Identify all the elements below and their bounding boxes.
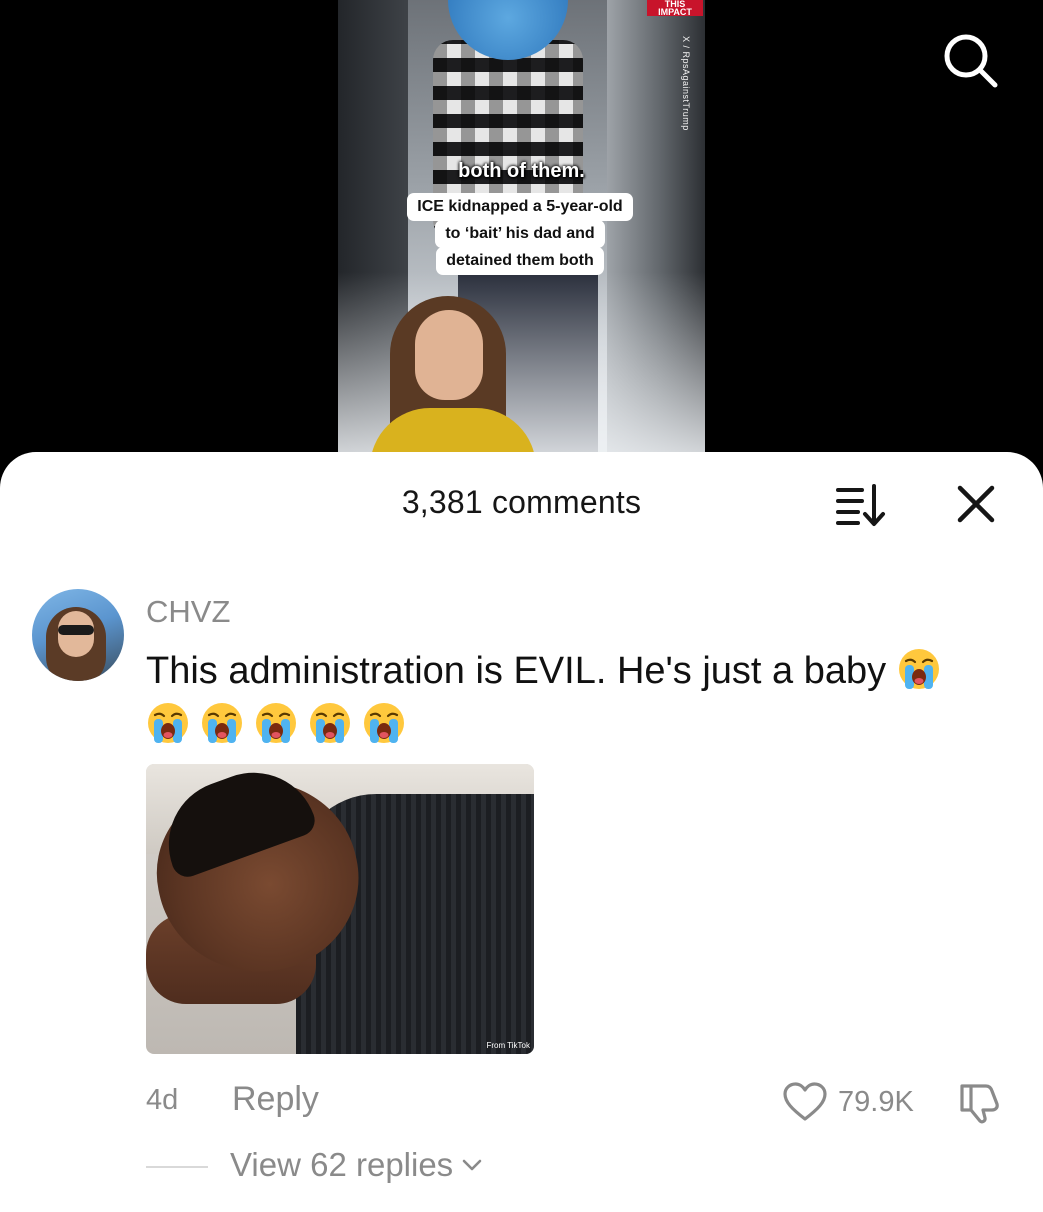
heart-icon <box>783 1082 827 1121</box>
comments-sheet: 3,381 comments CHVZ This administration … <box>0 452 1043 1212</box>
comment-body: This administration is EVIL. He's just a… <box>146 650 887 692</box>
video-caption-line: ICE kidnapped a 5-year-old <box>407 193 633 221</box>
replies-divider <box>146 1166 208 1168</box>
crying-face-emoji-icon <box>148 703 188 743</box>
crying-face-emoji-icon <box>202 703 242 743</box>
reply-button[interactable]: Reply <box>232 1080 319 1119</box>
video-frame[interactable]: THIS IMPACT X / RpsAgainstTrump both of … <box>338 0 705 452</box>
crying-face-emoji-icon <box>256 703 296 743</box>
video-caption-box: ICE kidnapped a 5-year-old to ‘bait’ his… <box>390 193 650 275</box>
crying-face-emoji-icon <box>898 649 939 689</box>
dislike-button[interactable] <box>956 1080 1004 1124</box>
crying-face-emoji-icon <box>310 703 350 743</box>
search-icon <box>944 34 998 88</box>
comment-username[interactable]: CHVZ <box>146 594 230 630</box>
view-replies-button[interactable]: View 62 replies <box>230 1146 483 1184</box>
video-player[interactable]: THIS IMPACT X / RpsAgainstTrump both of … <box>0 0 1043 470</box>
video-caption-line: to ‘bait’ his dad and <box>435 220 605 248</box>
close-comments-button[interactable] <box>954 482 998 526</box>
crying-face-emoji-icon <box>364 703 404 743</box>
sort-icon <box>836 484 885 526</box>
avatar[interactable] <box>32 589 124 681</box>
view-replies-label: View 62 replies <box>230 1146 454 1183</box>
search-button[interactable] <box>940 30 1000 90</box>
video-caption-top: both of them. <box>458 160 585 182</box>
like-count: 79.9K <box>838 1085 914 1118</box>
chevron-down-icon <box>462 1159 482 1171</box>
comment-gif[interactable]: From TikTok <box>146 764 534 1054</box>
video-watermark-badge: THIS IMPACT <box>647 0 703 17</box>
thumbs-down-icon <box>960 1084 999 1124</box>
comment-text: This administration is EVIL. He's just a… <box>146 644 1006 752</box>
like-button[interactable]: 79.9K <box>782 1080 914 1124</box>
sort-button[interactable] <box>834 482 888 528</box>
close-icon <box>957 485 995 523</box>
gif-source-label: From TikTok <box>486 1041 530 1050</box>
video-watermark-handle: X / RpsAgainstTrump <box>681 36 691 131</box>
video-caption-line: detained them both <box>436 247 604 275</box>
comment-age: 4d <box>146 1084 179 1116</box>
video-creator-overlay <box>370 290 536 452</box>
